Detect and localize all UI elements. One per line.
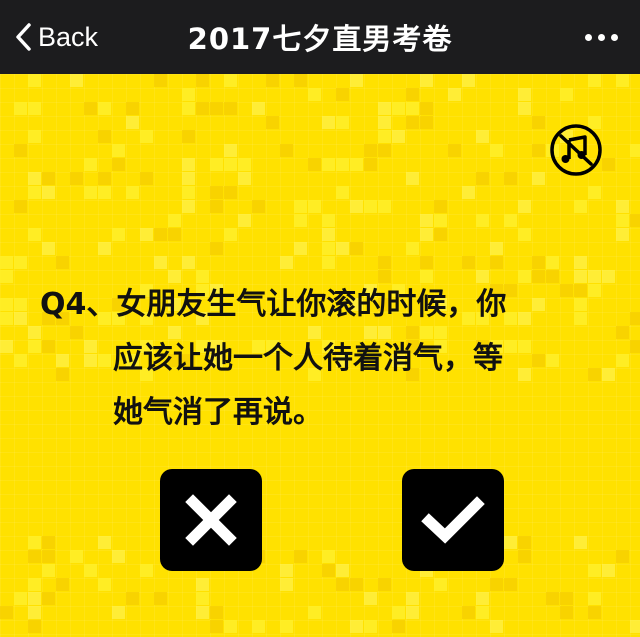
question-number: Q4、 <box>40 287 117 322</box>
answer-yes-button[interactable] <box>402 469 504 571</box>
question-text: Q4、女朋友生气让你滚的时候，你 应该让她一个人待着消气，等 她气消了再说。 <box>40 278 600 440</box>
more-dots-icon[interactable] <box>585 0 618 74</box>
question-line-2: 应该让她一个人待着消气，等 <box>113 341 503 376</box>
music-off-icon[interactable] <box>549 123 603 177</box>
check-icon <box>421 496 485 544</box>
quiz-panel: Q4、女朋友生气让你滚的时候，你 应该让她一个人待着消气，等 她气消了再说。 <box>0 74 640 637</box>
top-nav-bar: Back 2017七夕直男考卷 <box>0 0 640 74</box>
question-line-1: Q4、女朋友生气让你滚的时候，你 <box>40 287 507 322</box>
page-title: 2017七夕直男考卷 <box>187 22 453 56</box>
answer-no-button[interactable] <box>160 469 262 571</box>
cross-icon <box>185 494 237 546</box>
question-line-3: 她气消了再说。 <box>113 395 323 430</box>
